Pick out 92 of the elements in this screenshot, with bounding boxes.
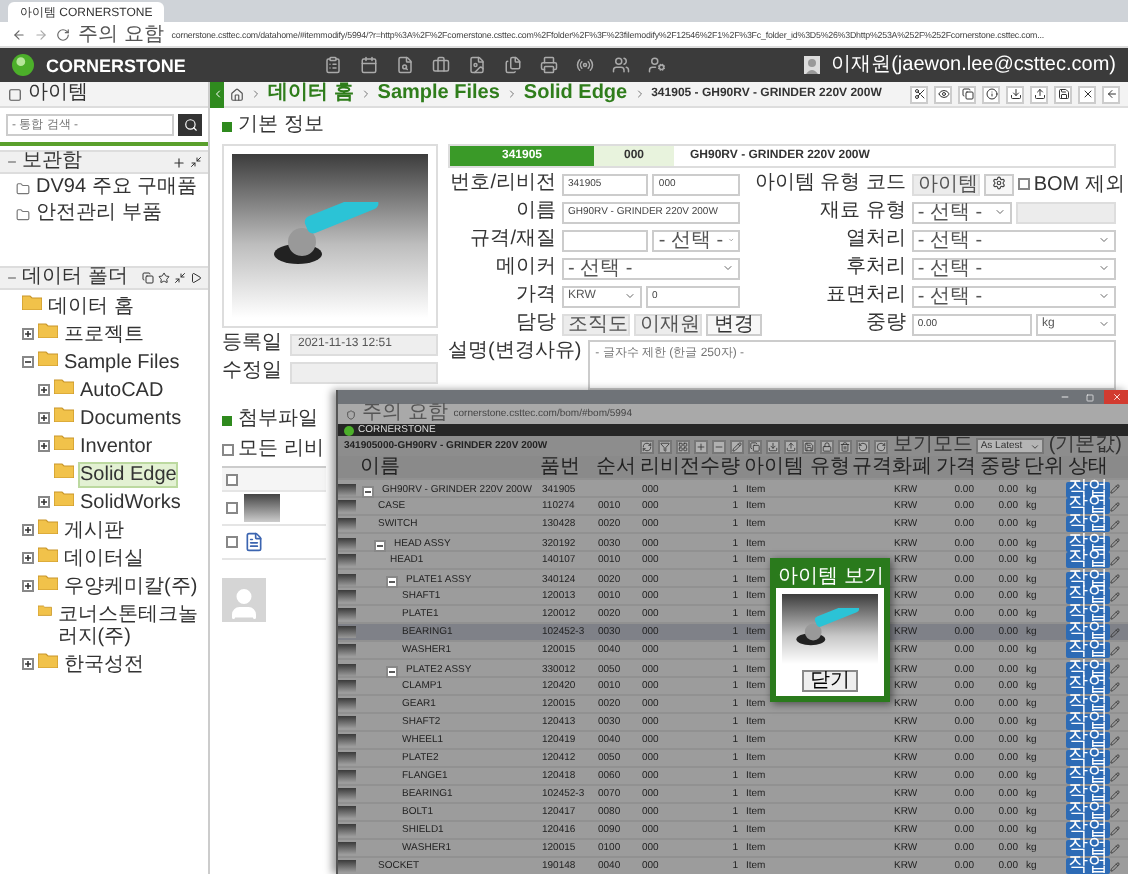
date-label: 등록일 (222, 332, 282, 356)
status-badge: 작업 (1066, 661, 1110, 677)
status-badge: 작업 (1066, 588, 1110, 604)
user-name[interactable]: 이재원(jaewon.lee@csttec.com) (831, 53, 1116, 77)
field-label: 메이커 (494, 256, 556, 280)
folder-item[interactable]: SolidWorks (78, 490, 183, 516)
select-field[interactable]: - 선택 - (911, 257, 1116, 279)
column-header[interactable]: 이름 (358, 456, 538, 478)
folder-item[interactable]: Documents (78, 406, 184, 432)
status-badge: 작업 (1066, 535, 1110, 551)
view-mode-label: 보기모드 (892, 436, 973, 456)
select-field[interactable]: - 선택 - (911, 201, 1012, 223)
folder-item[interactable]: 프로젝트 (62, 322, 146, 348)
section-title: 보관함 (22, 150, 82, 174)
field-label: 중량 (863, 312, 906, 336)
checkbox[interactable]: 모든 리비 (222, 438, 324, 460)
security-warning: 주의 요함 (78, 23, 164, 45)
popup-title: 아이템 보기 (778, 565, 884, 587)
column-header[interactable]: 규격 (850, 456, 890, 478)
status-badge: 작업 (1066, 750, 1110, 766)
column-header[interactable]: 중량 (978, 456, 1022, 478)
status-badge: 작업 (1066, 498, 1110, 514)
readonly-field: 아이템 (911, 173, 980, 195)
column-header[interactable]: 단위 (1022, 456, 1066, 478)
field-label: 열처리 (843, 228, 906, 252)
sidebar-title: 아이템 (28, 82, 88, 106)
status-badge: 작업 (1066, 822, 1110, 838)
status-badge: 작업 (1066, 606, 1110, 622)
status-badge: 작업 (1066, 696, 1110, 712)
status-badge: 작업 (1066, 858, 1110, 874)
status-badge: 작업 (1066, 642, 1110, 658)
status-badge: 작업 (1066, 624, 1110, 640)
security-warning: 주의 요함 (362, 404, 448, 424)
breadcrumb-link[interactable]: Sample Files (377, 82, 500, 106)
close-button[interactable]: 닫기 (802, 670, 858, 692)
status-badge: 작업 (1066, 786, 1110, 802)
folder-item[interactable]: 데이터실 (62, 546, 146, 572)
app-logo: CORNERSTONE (46, 55, 186, 75)
status-badge: 작업 (1066, 481, 1110, 497)
select-field[interactable]: - 선택 - (911, 229, 1116, 251)
column-header[interactable]: 품번 (538, 456, 594, 478)
field-label: 가격 (514, 284, 556, 308)
column-header[interactable]: 리비전 (638, 456, 698, 478)
column-header[interactable]: 화폐 (890, 456, 934, 478)
checkbox[interactable]: BOM 제외 (1017, 173, 1125, 195)
status-badge: 작업 (1066, 552, 1110, 568)
status-badge: 작업 (1066, 678, 1110, 694)
readonly-field: 이재원 (634, 313, 702, 335)
breadcrumb-link[interactable]: 데이터 홈 (268, 82, 354, 106)
field-label: 규격/재질 (468, 228, 556, 252)
field-label: 이름 (514, 200, 556, 224)
breadcrumb-link[interactable]: Solid Edge (523, 82, 628, 106)
status-badge: 작업 (1066, 571, 1110, 587)
folder-item[interactable]: Sample Files (62, 350, 182, 376)
select-field[interactable]: - 선택 - (562, 257, 740, 279)
folder-item[interactable]: AutoCAD (78, 378, 166, 404)
column-header[interactable]: 수량 (698, 456, 742, 478)
column-header[interactable]: 아이템 유형 (742, 456, 850, 478)
field-label: 담당 (514, 312, 556, 336)
favorite-item[interactable]: 안전관리 부품 (36, 202, 162, 226)
date-label: 수정일 (222, 360, 282, 384)
column-header[interactable]: 가격 (934, 456, 978, 478)
folder-item[interactable]: 우양케미칼(주) (62, 574, 200, 600)
field-label: 후처리 (843, 256, 906, 280)
field-label: 재료 유형 (818, 200, 906, 224)
section-title: 첨부파일 (238, 408, 318, 432)
status-badge: 작업 (1066, 516, 1110, 532)
select-field[interactable]: - 선택 - (652, 229, 740, 251)
field-label: 표면처리 (823, 284, 906, 308)
field-label: 설명(변경사유) (448, 340, 582, 366)
section-title: 기본 정보 (238, 114, 324, 138)
folder-item[interactable]: 한국성전 (62, 652, 146, 678)
folder-item[interactable]: 코너스톤테크놀러지(주) (55, 602, 204, 650)
status-badge: 작업 (1066, 714, 1110, 730)
status-badge: 작업 (1066, 840, 1110, 856)
section-title: 데이터 폴더 (22, 266, 128, 290)
folder-item[interactable]: Inventor (78, 434, 155, 460)
status-badge: 작업 (1066, 804, 1110, 820)
status-badge: 작업 (1066, 732, 1110, 748)
column-header[interactable]: 상태 (1066, 456, 1110, 478)
favorite-item[interactable]: DV94 주요 구매품 (36, 176, 198, 200)
column-header[interactable]: 순서 (594, 456, 638, 478)
change-button[interactable]: 변경 (706, 313, 762, 335)
field-label: 번호/리비전 (448, 172, 556, 196)
select-field[interactable]: - 선택 - (911, 285, 1116, 307)
status-badge: 작업 (1066, 768, 1110, 784)
field-label: 아이템 유형 코드 (752, 172, 906, 196)
folder-item[interactable]: 게시판 (62, 518, 126, 544)
readonly-field: 조직도 (562, 313, 630, 335)
default-label: (기본값) (1048, 436, 1122, 456)
folder-item[interactable]: 데이터 홈 (46, 294, 136, 320)
folder-item[interactable]: Solid Edge (78, 462, 179, 488)
